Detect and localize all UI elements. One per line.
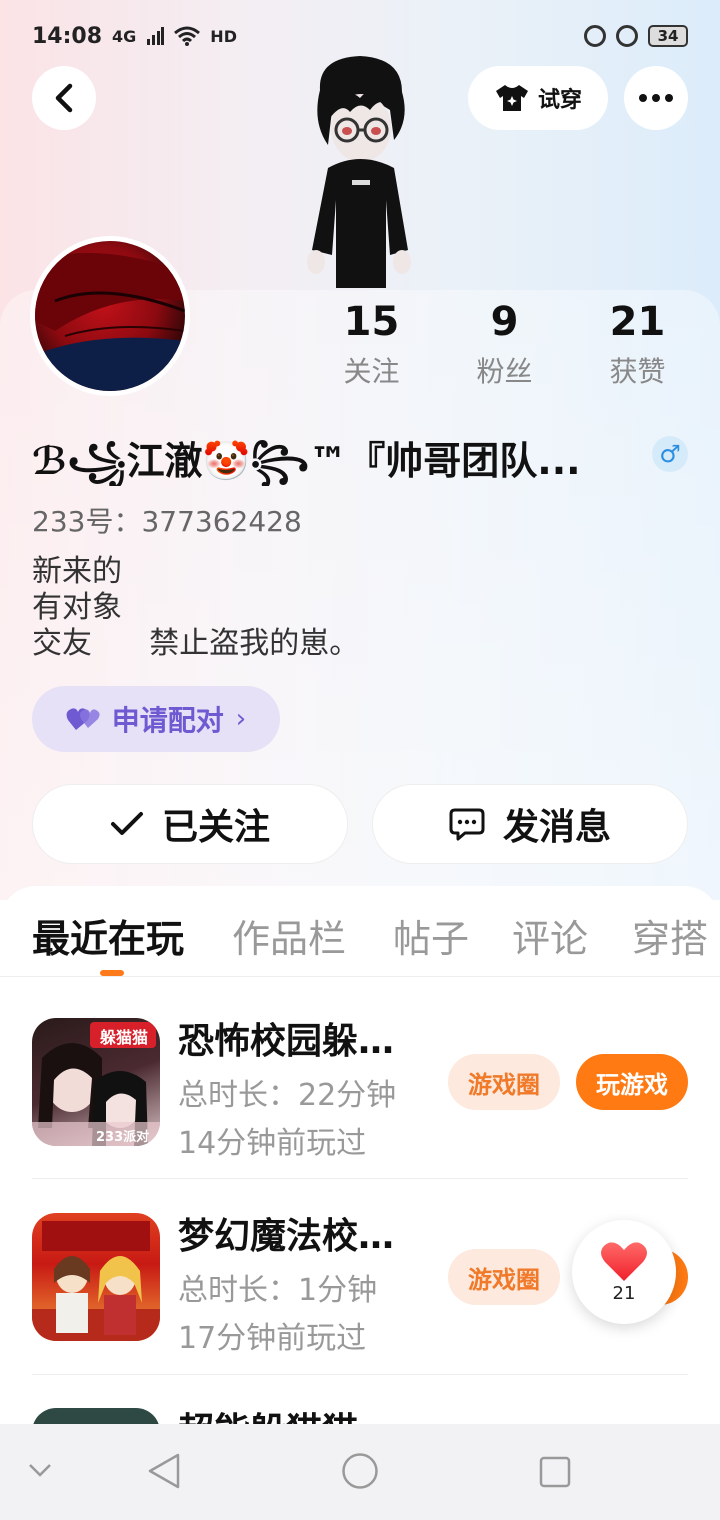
stat-likes-value: 21 <box>609 299 666 345</box>
game-circle-button[interactable]: 游戏圈 <box>448 1249 560 1305</box>
content-panel: 最近在玩 作品栏 帖子 评论 穿搭 躲猫猫 233派对 恐怖校园躲猫... 总时… <box>0 886 720 1520</box>
game-duration: 总时长：22分钟 <box>178 1078 397 1113</box>
signal-bars-icon <box>147 27 165 45</box>
double-heart-icon <box>66 708 100 730</box>
eye-comfort-icon <box>584 25 606 47</box>
profile-avatar[interactable] <box>30 236 190 396</box>
send-message-label: 发消息 <box>502 807 611 848</box>
more-dots-icon <box>639 94 673 102</box>
try-on-button[interactable]: 试穿 <box>468 66 608 130</box>
profile-stats: 15 关注 9 粉丝 21 获赞 <box>305 296 705 390</box>
game-icon-sub-text: 233派对 <box>96 1130 150 1145</box>
game-duration: 总时长：1分钟 <box>178 1273 378 1308</box>
list-divider <box>32 1178 688 1179</box>
rotation-lock-icon <box>616 25 638 47</box>
game-last-played: 14分钟前玩过 <box>178 1126 367 1161</box>
game-title: 恐怖校园躲猫... <box>178 1021 428 1062</box>
request-pair-label: 申请配对 <box>111 704 224 737</box>
send-message-button[interactable]: 发消息 <box>372 784 688 864</box>
tab-outfits[interactable]: 穿搭 <box>632 908 708 963</box>
chevron-left-icon <box>55 83 73 113</box>
user-nickname: ℬ꧁江澈🤡꧂™『帅哥团队... <box>32 439 581 483</box>
game-icon-horror-school: 躲猫猫 233派对 <box>32 1018 160 1146</box>
stat-fans[interactable]: 9 粉丝 <box>438 296 571 390</box>
game-last-played: 17分钟前玩过 <box>178 1321 367 1356</box>
chat-bubble-icon <box>449 808 485 841</box>
game-list-item[interactable]: 躲猫猫 233派对 恐怖校园躲猫... 总时长：22分钟 14分钟前玩过 游戏圈… <box>0 986 720 1182</box>
system-navigation-bar <box>0 1424 720 1520</box>
try-on-label: 试穿 <box>537 88 582 113</box>
game-cover-art <box>32 1221 160 1341</box>
chevron-right-icon: › <box>235 704 247 734</box>
user-id[interactable]: 233号：377362428 <box>32 500 302 540</box>
stat-fans-label: 粉丝 <box>476 355 533 388</box>
signal-4g-icon: 4G <box>112 26 137 46</box>
back-button[interactable] <box>32 66 96 130</box>
tab-comments[interactable]: 评论 <box>512 908 588 963</box>
profile-tabs: 最近在玩 作品栏 帖子 评论 穿搭 <box>0 886 720 978</box>
tab-works[interactable]: 作品栏 <box>232 908 346 963</box>
game-circle-button[interactable]: 游戏圈 <box>448 1054 560 1110</box>
tabs-divider <box>0 976 720 977</box>
like-count: 21 <box>612 1282 636 1304</box>
following-label: 已关注 <box>161 807 270 848</box>
game-icon-magic-school <box>32 1213 160 1341</box>
stat-fans-value: 9 <box>490 299 519 345</box>
more-options-button[interactable] <box>624 66 688 130</box>
nav-recents-icon[interactable] <box>539 1456 571 1488</box>
user-bio: 新来的 有对象 交友 禁止盗我的崽。 <box>32 554 360 661</box>
game-icon-title-text: 躲猫猫 <box>99 1028 148 1047</box>
request-pair-button[interactable]: 申请配对 › <box>32 686 280 752</box>
stat-likes-label: 获赞 <box>609 355 666 388</box>
game-title: 梦幻魔法校园... <box>178 1216 428 1257</box>
tab-recently-played[interactable]: 最近在玩 <box>32 908 184 963</box>
stat-following-label: 关注 <box>343 355 400 388</box>
stat-following[interactable]: 15 关注 <box>305 296 438 390</box>
stat-following-value: 15 <box>343 299 400 345</box>
wifi-icon <box>174 26 201 46</box>
status-time: 14:08 <box>32 23 103 49</box>
tshirt-icon <box>495 85 528 111</box>
gender-male-icon: ♂ <box>652 436 688 472</box>
battery-icon: 34 <box>648 25 688 47</box>
tab-posts[interactable]: 帖子 <box>393 908 469 963</box>
avatar-image <box>35 253 185 391</box>
avatar-3d-figure[interactable] <box>290 50 430 290</box>
nav-back-icon[interactable] <box>146 1452 182 1490</box>
list-divider <box>32 1374 688 1375</box>
checkmark-icon <box>110 812 143 835</box>
following-button[interactable]: 已关注 <box>32 784 348 864</box>
nav-home-icon[interactable] <box>341 1452 379 1490</box>
stat-likes[interactable]: 21 获赞 <box>571 296 704 390</box>
play-game-button[interactable]: 玩游戏 <box>576 1054 688 1110</box>
heart-icon <box>601 1241 647 1281</box>
chevron-down-icon[interactable] <box>28 1462 52 1478</box>
floating-like-button[interactable]: 21 <box>572 1220 676 1324</box>
hd-icon: HD <box>210 26 237 46</box>
